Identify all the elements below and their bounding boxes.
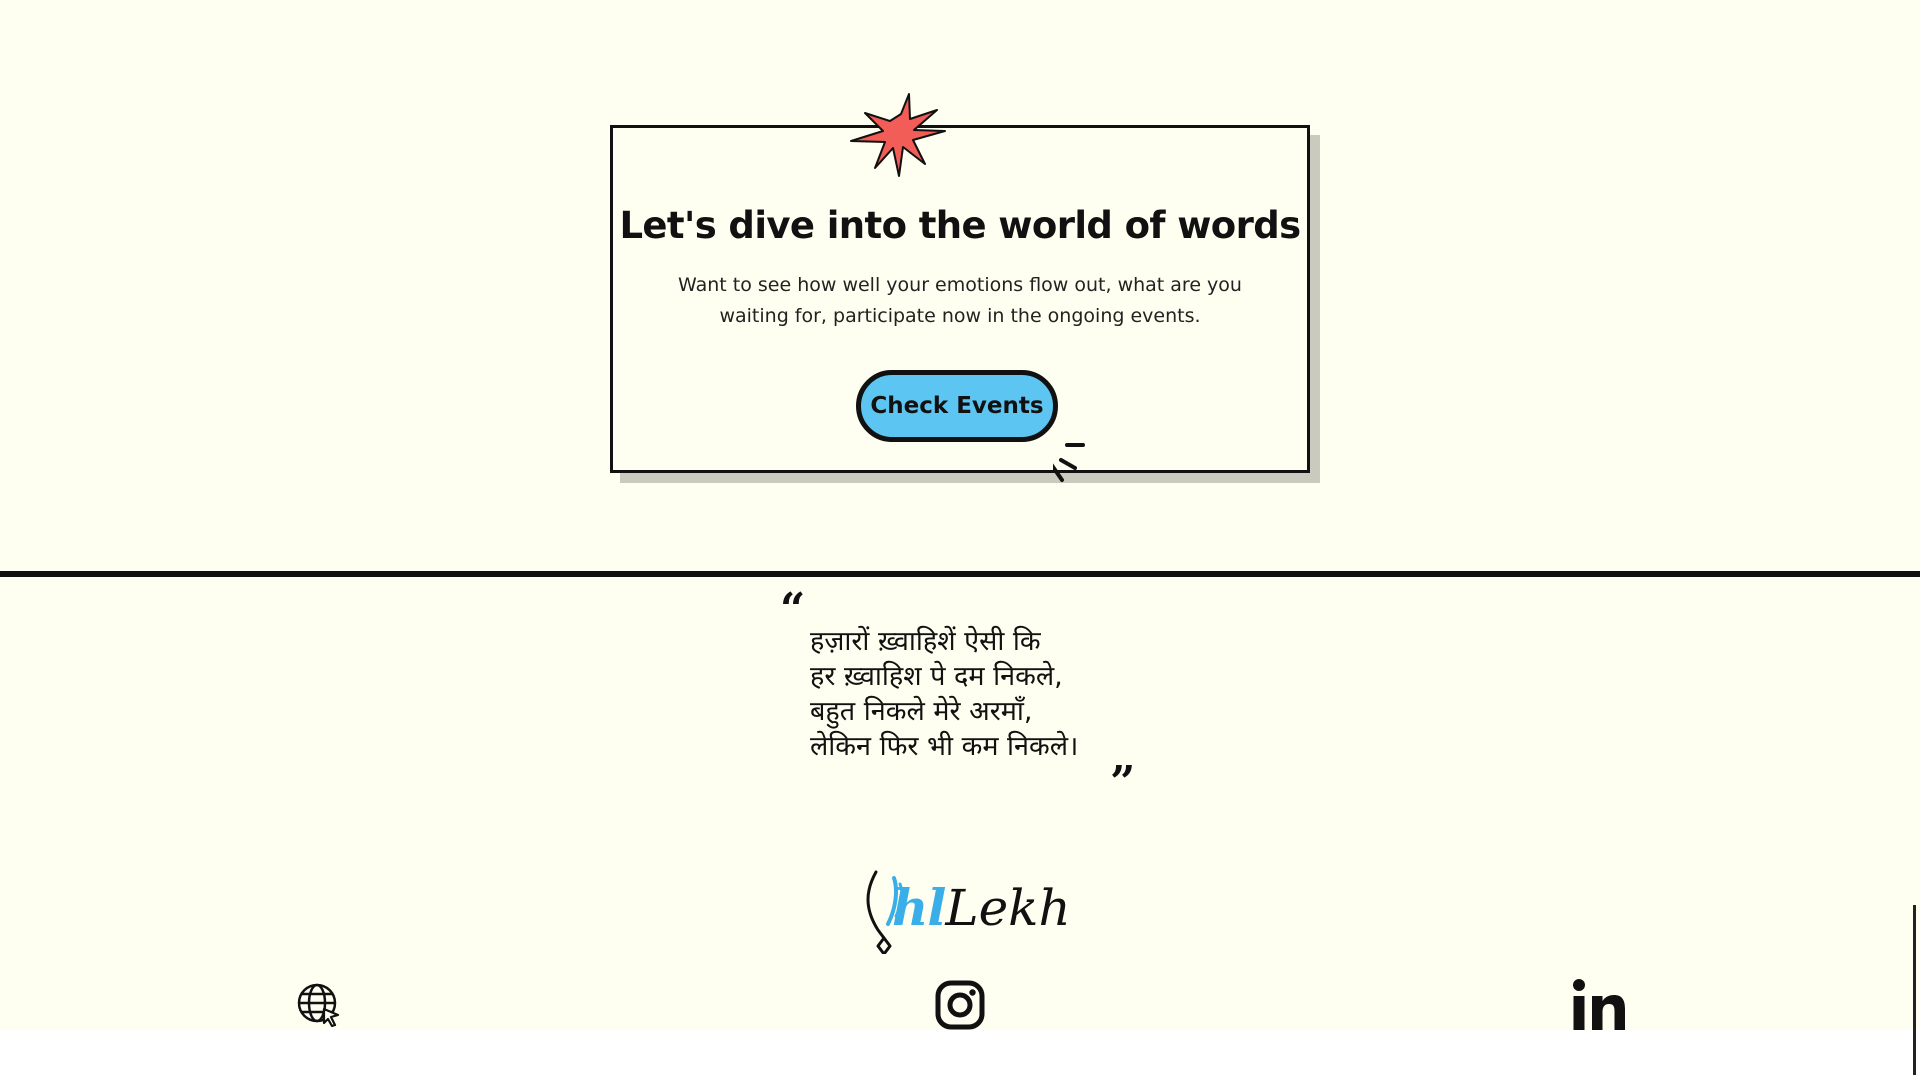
cta-section: Let's dive into the world of words Want …: [610, 93, 1320, 483]
open-quote-mark: “: [780, 584, 806, 635]
globe-cursor-icon: [297, 983, 340, 1028]
linkedin-icon: [1573, 979, 1625, 1030]
logo-text-main: Lekh: [945, 879, 1071, 937]
poem-line: लेकिन फिर भी कम निकले।: [810, 731, 1079, 762]
cta-description: Want to see how well your emotions flow …: [678, 274, 1242, 327]
scrollbar-thumb[interactable]: [1913, 905, 1916, 1075]
sparkle-lines-icon: [1053, 443, 1085, 482]
linkedin-link[interactable]: [1572, 978, 1626, 1032]
cta-title: Let's dive into the world of words: [619, 204, 1301, 247]
poem-line: हज़ारों ख़्वाहिशें ऐसी कि: [810, 626, 1041, 657]
close-quote-mark: ”: [1110, 757, 1136, 808]
logo-text: hlLekh: [892, 870, 1071, 946]
poem-quote: हज़ारों ख़्वाहिशें ऐसी कि हर ख़्वाहिश पे…: [810, 624, 1078, 764]
instagram-link[interactable]: [933, 978, 987, 1032]
site-logo: hlLekh: [862, 868, 1071, 954]
poem-line: हर ख़्वाहिश पे दम निकले,: [810, 661, 1063, 692]
check-events-button[interactable]: Check Events: [856, 370, 1058, 442]
section-divider: [0, 571, 1920, 577]
logo-text-accent: hl: [892, 878, 946, 937]
website-link[interactable]: [292, 978, 346, 1032]
instagram-icon: [935, 980, 985, 1030]
footer-strip: [0, 1030, 1920, 1080]
cta-card: Let's dive into the world of words Want …: [610, 93, 1310, 482]
starburst-icon: [850, 93, 946, 177]
poem-line: बहुत निकले मेरे अरमाँ,: [810, 696, 1033, 727]
